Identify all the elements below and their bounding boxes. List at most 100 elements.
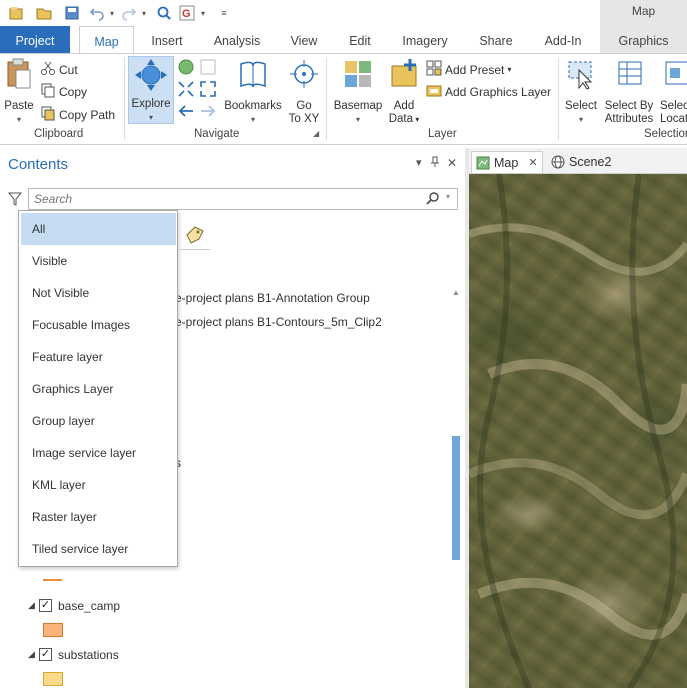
next-extent-button[interactable] [198, 102, 218, 124]
full-extent-button[interactable] [176, 58, 196, 80]
tab-graphics[interactable]: Graphics [600, 26, 687, 53]
tab-scene2-view[interactable]: Scene2 [547, 151, 615, 173]
customize-toolbar-icon[interactable]: ≡ [218, 3, 230, 23]
ribbon-tabs: Project Map Insert Analysis View Edit Im… [0, 26, 687, 54]
zoom-in-button[interactable] [176, 80, 196, 102]
contents-scrollbar[interactable]: ▲ [450, 288, 462, 688]
filter-dropdown-menu: All Visible Not Visible Focusable Images… [18, 210, 178, 567]
filter-option-group-layer[interactable]: Group layer [21, 405, 176, 437]
cut-icon [40, 60, 56, 79]
select-by-attributes-button[interactable]: Select By Attributes [600, 58, 658, 126]
cut-button[interactable]: Cut [40, 60, 78, 79]
add-preset-dropdown-icon: ▾ [507, 65, 512, 74]
undo-icon[interactable] [88, 3, 106, 23]
explore-icon [135, 59, 167, 91]
copy-path-button[interactable]: Copy Path [40, 105, 115, 124]
redo-dropdown-icon[interactable]: ▾ [139, 3, 149, 23]
tab-view[interactable]: View [281, 26, 327, 53]
fixed-zoom-icon [200, 59, 216, 75]
expand-base-camp-icon[interactable]: ◢ [28, 600, 35, 611]
filter-option-feature-layer[interactable]: Feature layer [21, 341, 176, 373]
zoom-out-button[interactable] [198, 80, 218, 102]
tab-edit[interactable]: Edit [337, 26, 383, 53]
new-project-icon[interactable] [6, 3, 26, 23]
filter-option-visible[interactable]: Visible [21, 245, 176, 277]
paste-label: Paste [4, 100, 34, 112]
map-canvas[interactable] [469, 174, 687, 688]
copy-button[interactable]: Copy [40, 82, 87, 101]
close-pane-icon[interactable]: ✕ [447, 156, 457, 170]
filter-option-image-service-layer[interactable]: Image service layer [21, 437, 176, 469]
add-graphics-layer-button[interactable]: Add Graphics Layer [426, 82, 551, 101]
filter-option-tiled-service-layer[interactable]: Tiled service layer [21, 533, 176, 565]
base-camp-checkbox[interactable]: ✓ [39, 599, 52, 612]
previous-extent-button[interactable] [176, 102, 196, 124]
tab-insert[interactable]: Insert [140, 26, 194, 53]
geoprocessing-dropdown-icon[interactable]: ▾ [198, 3, 208, 23]
select-icon [568, 61, 593, 90]
select-button[interactable]: Select ▾ [562, 58, 600, 126]
copy-label: Copy [59, 84, 88, 99]
add-preset-button[interactable]: Add Preset ▾ [426, 60, 511, 79]
fixed-zoom-button[interactable] [198, 58, 218, 80]
tab-map-view[interactable]: Map ✕ [471, 151, 543, 173]
substations-checkbox[interactable]: ✓ [39, 648, 52, 661]
group-separator [326, 58, 327, 140]
layer-annotation-group[interactable]: e-project plans B1-Annotation Group [175, 291, 370, 305]
explore-dropdown-icon: ▾ [148, 113, 153, 122]
list-by-labeling-icon[interactable] [183, 225, 205, 248]
filter-option-raster-layer[interactable]: Raster layer [21, 501, 176, 533]
pin-icon[interactable] [430, 156, 440, 171]
explore-tool[interactable]: Explore ▾ [128, 58, 174, 124]
layer-contours[interactable]: e-project plans B1-Contours_5m_Clip2 [175, 315, 382, 329]
bookmarks-label: Bookmarks [224, 100, 282, 112]
filter-option-kml-layer[interactable]: KML layer [21, 469, 176, 501]
cut-label: Cut [59, 62, 78, 77]
redo-icon[interactable] [120, 3, 138, 23]
filter-option-not-visible[interactable]: Not Visible [21, 277, 176, 309]
search-dropdown-icon[interactable]: ▾ [446, 192, 450, 201]
clipboard-group-label: Clipboard [34, 128, 84, 140]
paste-button[interactable]: Paste ▾ [2, 58, 36, 126]
filter-option-focusable-images[interactable]: Focusable Images [21, 309, 176, 341]
tab-analysis[interactable]: Analysis [205, 26, 269, 53]
basemap-button[interactable]: Basemap ▾ [330, 58, 386, 126]
scroll-thumb[interactable] [452, 436, 460, 560]
zoom-out-icon [200, 81, 216, 97]
select-by-location-button[interactable]: Selec Locat [660, 58, 687, 126]
tab-add-in[interactable]: Add-In [535, 26, 591, 53]
tab-share[interactable]: Share [468, 26, 524, 53]
go-to-xy-button[interactable]: Go To XY [286, 58, 322, 126]
scroll-up-icon[interactable]: ▲ [452, 288, 460, 297]
filter-option-graphics-layer[interactable]: Graphics Layer [21, 373, 176, 405]
search-input[interactable] [29, 189, 409, 209]
filter-option-all[interactable]: All [21, 213, 176, 245]
search-icon[interactable] [426, 191, 440, 208]
add-data-label-1: Add [393, 100, 415, 112]
pane-options-icon[interactable]: ▾ [416, 156, 422, 169]
tab-imagery[interactable]: Imagery [395, 26, 455, 53]
arrow-left-icon [178, 105, 193, 117]
layer-substations[interactable]: substations [58, 648, 119, 662]
substations-symbol [43, 672, 63, 686]
expand-substations-icon[interactable]: ◢ [28, 649, 35, 660]
add-data-button[interactable]: Add Data ▾ [386, 58, 422, 126]
open-project-icon[interactable] [34, 3, 54, 23]
tab-map[interactable]: Map [79, 26, 134, 54]
close-map-tab-icon[interactable]: ✕ [528, 156, 537, 169]
save-project-icon[interactable] [62, 3, 82, 23]
explore-label: Explore [131, 98, 171, 110]
contents-search-box[interactable]: ▾ [28, 188, 458, 210]
undo-dropdown-icon[interactable]: ▾ [107, 3, 117, 23]
tab-project[interactable]: Project [0, 26, 70, 53]
paste-icon [7, 58, 31, 89]
geoprocessing-icon[interactable]: G [178, 3, 196, 23]
zoom-icon[interactable] [154, 3, 174, 23]
layer-base-camp[interactable]: base_camp [58, 599, 120, 613]
bookmarks-button[interactable]: Bookmarks ▾ [222, 58, 284, 126]
filter-icon[interactable] [7, 192, 23, 209]
copy-icon [40, 82, 56, 101]
group-separator [558, 58, 559, 140]
tab-underline [180, 249, 210, 250]
navigate-options-icon[interactable]: ◢ [313, 127, 319, 140]
